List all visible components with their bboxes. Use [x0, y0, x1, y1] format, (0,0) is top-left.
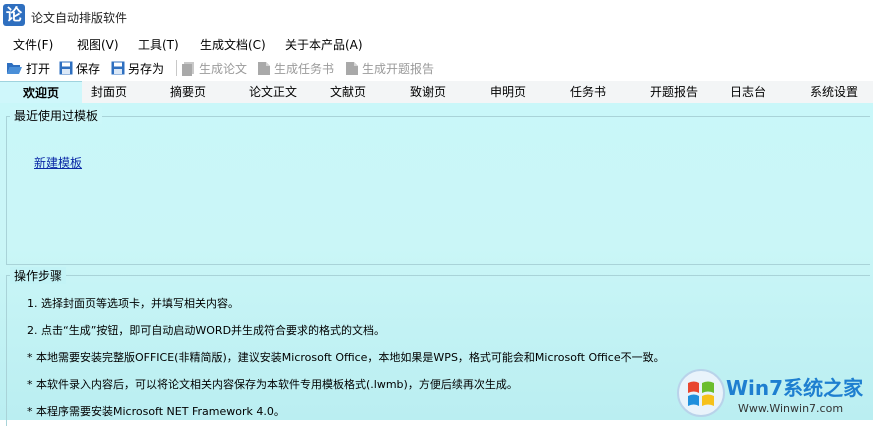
- toolbar: 打开 保存 另存为 生成论文 生成任务书 生成开题报告: [0, 55, 873, 81]
- watermark: Win7系统之家 Www.Winwin7.com: [676, 366, 873, 420]
- step-item: * 本软件录入内容后，可以将论文相关内容保存为本软件专用模板格式(.lwmb)，…: [27, 378, 518, 391]
- generate-paper-button[interactable]: 生成论文: [181, 59, 247, 77]
- save-as-label: 另存为: [128, 61, 165, 76]
- save-as-icon: [111, 61, 125, 75]
- generate-task-label: 生成任务书: [274, 61, 335, 76]
- tab-settings[interactable]: 系统设置: [800, 81, 868, 103]
- save-label: 保存: [76, 61, 101, 76]
- document-icon: [346, 61, 358, 75]
- menu-tools[interactable]: 工具(T): [138, 36, 179, 53]
- step-item: 1. 选择封面页等选项卡，并填写相关内容。: [27, 297, 239, 310]
- step-item: 2. 点击“生成”按钮，即可自动启动WORD并生成符合要求的格式的文档。: [27, 324, 386, 337]
- open-label: 打开: [26, 61, 51, 76]
- menu-about[interactable]: 关于本产品(A): [285, 36, 363, 53]
- windows-logo-icon: [677, 369, 725, 417]
- generate-proposal-label: 生成开题报告: [362, 61, 435, 76]
- menu-bar: 文件(F) 视图(V) 工具(T) 生成文档(C) 关于本产品(A): [0, 32, 873, 54]
- tab-acknowledgement[interactable]: 致谢页: [400, 81, 456, 103]
- window-title: 论文自动排版软件: [31, 11, 128, 25]
- app-icon: 论: [3, 4, 25, 26]
- generate-task-button[interactable]: 生成任务书: [257, 59, 334, 77]
- watermark-brand: Win7系统之家: [726, 376, 864, 400]
- step-item: * 本地需要安装完整版OFFICE(非精简版)，建议安装Microsoft Of…: [27, 351, 665, 364]
- generate-proposal-button[interactable]: 生成开题报告: [345, 59, 434, 77]
- recent-templates-group: 新建模板: [6, 116, 870, 265]
- save-disk-icon: [59, 61, 73, 75]
- menu-view[interactable]: 视图(V): [77, 36, 119, 53]
- tab-task[interactable]: 任务书: [560, 81, 616, 103]
- tab-log[interactable]: 日志台: [720, 81, 776, 103]
- recent-templates-title: 最近使用过模板: [10, 107, 103, 124]
- tab-proposal[interactable]: 开题报告: [640, 81, 708, 103]
- save-button[interactable]: 保存: [59, 59, 100, 77]
- folder-open-icon: [7, 63, 22, 74]
- menu-file[interactable]: 文件(F): [13, 36, 53, 53]
- document-icon: [182, 61, 194, 76]
- open-button[interactable]: 打开: [6, 59, 50, 77]
- tab-abstract[interactable]: 摘要页: [160, 81, 216, 103]
- save-as-button[interactable]: 另存为: [111, 59, 164, 77]
- tab-strip: 欢迎页 封面页 摘要页 论文正文 文献页 致谢页 申明页 任务书 开题报告 日志…: [0, 81, 873, 103]
- title-bar: 论 论文自动排版软件: [0, 0, 873, 32]
- tab-references[interactable]: 文献页: [320, 81, 376, 103]
- watermark-url: Www.Winwin7.com: [738, 402, 844, 415]
- new-template-link[interactable]: 新建模板: [34, 154, 82, 171]
- tab-welcome[interactable]: 欢迎页: [0, 81, 82, 103]
- tab-cover[interactable]: 封面页: [82, 81, 136, 103]
- toolbar-separator: [176, 60, 177, 76]
- steps-title: 操作步骤: [10, 267, 67, 284]
- generate-paper-label: 生成论文: [199, 61, 248, 76]
- tab-declaration[interactable]: 申明页: [480, 81, 536, 103]
- step-item: * 本程序需要安装Microsoft NET Framework 4.0。: [27, 405, 285, 418]
- tab-body[interactable]: 论文正文: [240, 81, 306, 103]
- menu-generate[interactable]: 生成文档(C): [200, 36, 266, 53]
- document-icon: [258, 61, 270, 75]
